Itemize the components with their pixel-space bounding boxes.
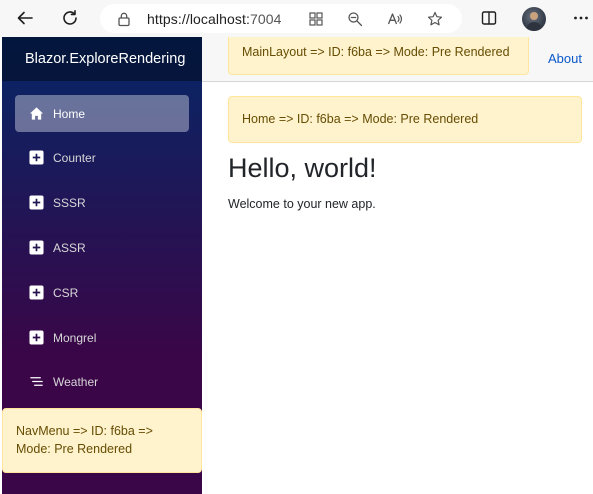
list-icon [29,374,44,389]
navmenu-render-alert: NavMenu => ID: f6ba => Mode: Pre Rendere… [2,408,202,473]
nav-item-label: Counter [53,151,96,165]
nav-item-sssr[interactable]: SSSR [15,184,189,221]
nav-item-counter[interactable]: Counter [15,139,189,176]
back-icon[interactable] [12,6,38,30]
page-title: Hello, world! [228,153,377,183]
nav-item-label: CSR [53,286,79,300]
nav-item-assr[interactable]: ASSR [15,229,189,266]
top-row: MainLayout => ID: f6ba => Mode: Pre Rend… [202,37,593,82]
home-render-alert: Home => ID: f6ba => Mode: Pre Rendered [228,96,582,143]
refresh-icon[interactable] [57,6,83,30]
brand-bar: Blazor.ExploreRendering [2,37,202,81]
nav-item-label: ASSR [53,241,86,255]
app-available-icon[interactable] [308,11,324,27]
plus-square-icon [29,330,44,345]
plus-square-icon [29,240,44,255]
nav-item-label: SSSR [53,196,86,210]
plus-square-icon [29,285,44,300]
brand-link[interactable]: Blazor.ExploreRendering [25,51,185,67]
nav-item-label: Weather [53,375,99,389]
favorite-star-icon[interactable] [427,11,443,27]
nav-item-mongrel[interactable]: Mongrel [15,319,189,356]
read-aloud-icon[interactable] [387,11,403,27]
nav-item-csr[interactable]: CSR [15,274,189,311]
sidebar: Blazor.ExploreRendering Home Counter SSS… [2,37,202,494]
mainlayout-render-alert: MainLayout => ID: f6ba => Mode: Pre Rend… [228,37,529,75]
plus-square-icon [29,195,44,210]
plus-square-icon [29,150,44,165]
about-link[interactable]: About [548,51,582,66]
nav-item-label: Home [53,107,86,121]
zoom-out-icon[interactable] [347,11,363,27]
browser-toolbar: https://localhost:7004 [0,0,593,37]
url-text[interactable]: https://localhost:7004 [147,11,282,27]
lock-icon[interactable] [116,11,132,27]
welcome-text: Welcome to your new app. [228,197,376,211]
nav-item-home[interactable]: Home [15,95,189,132]
more-options-icon[interactable] [568,6,593,30]
split-screen-icon[interactable] [476,6,502,30]
profile-avatar[interactable] [522,7,546,31]
nav-item-weather[interactable]: Weather [15,363,189,400]
nav-item-label: Mongrel [53,331,97,345]
house-icon [29,106,44,121]
address-bar[interactable]: https://localhost:7004 [100,4,462,33]
